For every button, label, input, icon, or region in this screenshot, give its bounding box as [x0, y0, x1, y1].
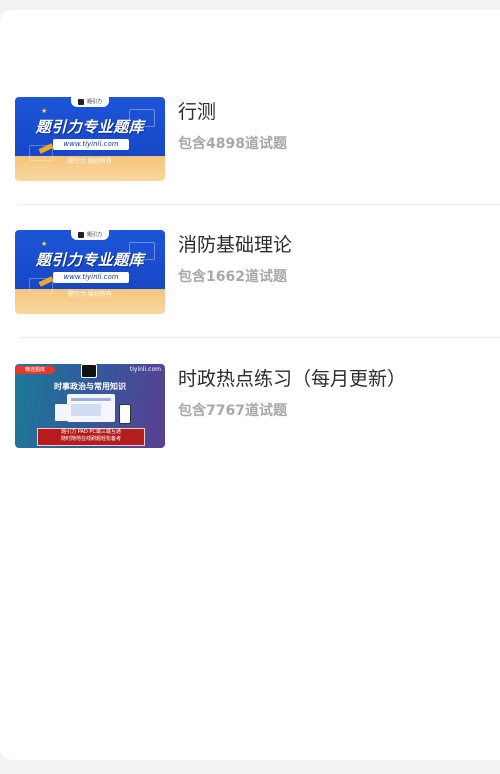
divider [18, 204, 500, 205]
logo-icon [77, 98, 84, 105]
item-count: 包含1662道试题 [178, 269, 287, 285]
question-bank-list: 题引力 ★ 题引力专业题库 www.tiyinli.com 题引力 版权所有 行… [0, 10, 500, 760]
logo-icon [77, 231, 84, 238]
tablet-icon [55, 404, 67, 421]
banner-url: www.tiyinli.com [53, 139, 129, 150]
banner-image: 精选题库 tiyinli.com 时事政治与常用知识 题引力 PAD PC端三端… [15, 364, 165, 448]
brand-logo: 题引力 [71, 230, 109, 240]
item-title: 行测 [178, 101, 217, 123]
list-item[interactable]: 精选题库 tiyinli.com 时事政治与常用知识 题引力 PAD PC端三端… [15, 364, 500, 448]
star-icon: ★ [41, 107, 48, 115]
monitor-icon [67, 394, 115, 422]
promo-line: 题引力 PAD PC端三端互通 [61, 429, 121, 435]
banner-headline: 时事政治与常用知识 [54, 382, 126, 391]
logo-icon [81, 364, 97, 378]
promo-line: 随时随地在线刷题轻松备考 [60, 436, 121, 442]
item-count: 包含7767道试题 [178, 403, 287, 419]
banner-url: www.tiyinli.com [53, 272, 129, 283]
banner-subline: 题引力 版权所有 [68, 158, 112, 165]
item-thumbnail: 精选题库 tiyinli.com 时事政治与常用知识 题引力 PAD PC端三端… [15, 364, 165, 448]
banner-promo: 题引力 PAD PC端三端互通 随时随地在线刷题轻松备考 [37, 428, 145, 446]
brand-name: 题引力 [86, 99, 102, 105]
star-icon: ★ [41, 240, 48, 248]
item-thumbnail: 题引力 ★ 题引力专业题库 www.tiyinli.com 题引力 版权所有 [15, 97, 165, 181]
banner-headline: 题引力专业题库 [35, 251, 145, 269]
item-thumbnail: 题引力 ★ 题引力专业题库 www.tiyinli.com 题引力 版权所有 [15, 230, 165, 314]
banner-tag: 精选题库 [15, 366, 55, 374]
list-item[interactable]: 题引力 ★ 题引力专业题库 www.tiyinli.com 题引力 版权所有 行… [15, 97, 500, 181]
brand-name: 题引力 [86, 232, 102, 238]
item-title: 时政热点练习（每月更新） [178, 368, 407, 390]
banner-site: tiyinli.com [129, 366, 161, 373]
item-count: 包含4898道试题 [178, 136, 287, 152]
brand-logo: 题引力 [71, 97, 109, 107]
divider [18, 337, 500, 338]
banner-headline: 题引力专业题库 [35, 118, 145, 136]
item-title: 消防基础理论 [178, 234, 293, 256]
list-item[interactable]: 题引力 ★ 题引力专业题库 www.tiyinli.com 题引力 版权所有 消… [15, 230, 500, 314]
phone-icon [119, 404, 131, 424]
banner-subline: 题引力 版权所有 [68, 291, 112, 298]
banner-image: 题引力 ★ 题引力专业题库 www.tiyinli.com 题引力 版权所有 [15, 230, 165, 314]
banner-image: 题引力 ★ 题引力专业题库 www.tiyinli.com 题引力 版权所有 [15, 97, 165, 181]
